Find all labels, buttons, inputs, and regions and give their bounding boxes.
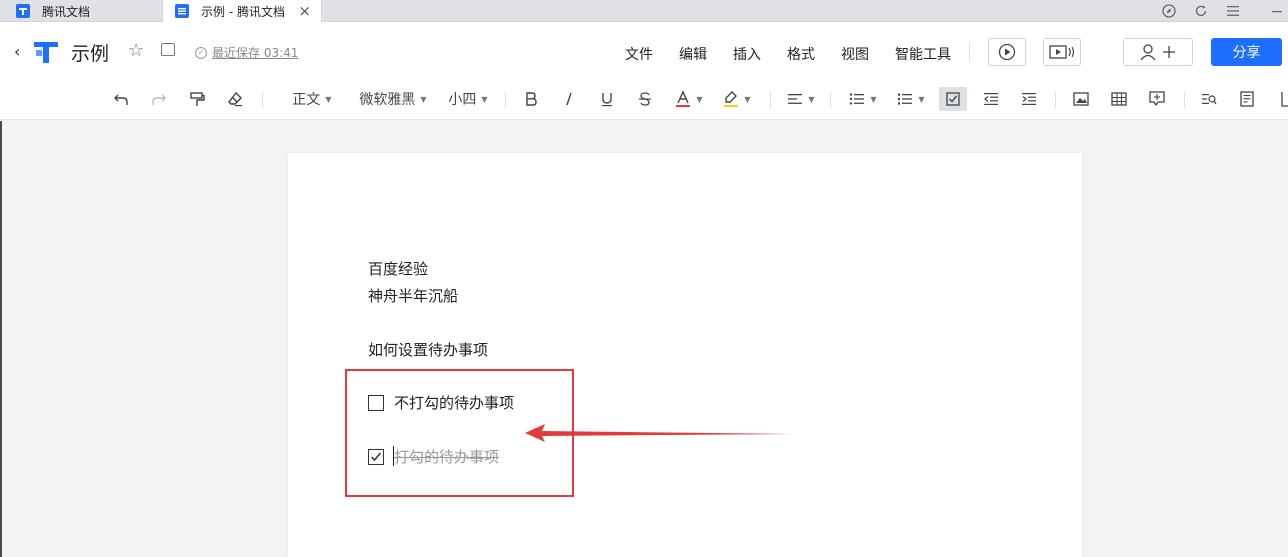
doc-line[interactable]: 神舟半年沉船 xyxy=(368,285,458,306)
move-to-folder-icon[interactable] xyxy=(161,43,175,56)
bullet-list-dropdown[interactable]: ▼ xyxy=(846,87,880,111)
insert-table-icon[interactable] xyxy=(1108,87,1130,111)
formatting-toolbar: 正文 ▼ 微软雅黑 ▼ 小四 ▼ ▼ ▼ ▼ ▼ ▼ xyxy=(0,78,1288,120)
chevron-down-icon: ▼ xyxy=(696,94,703,104)
insert-comment-icon[interactable] xyxy=(1146,87,1168,111)
chevron-down-icon: ▼ xyxy=(325,94,332,104)
align-left-icon xyxy=(788,94,803,104)
add-collaborator-button[interactable] xyxy=(1123,38,1193,66)
menu-smart-tools[interactable]: 智能工具 xyxy=(895,44,951,64)
present-button[interactable] xyxy=(988,38,1026,66)
divider xyxy=(969,42,970,62)
chevron-down-icon: ▼ xyxy=(744,94,751,104)
italic-icon[interactable] xyxy=(558,87,580,111)
menu-view[interactable]: 视图 xyxy=(841,44,869,64)
play-icon xyxy=(998,43,1016,61)
format-painter-icon[interactable] xyxy=(186,87,208,111)
decrease-indent-icon[interactable] xyxy=(980,87,1002,111)
save-status[interactable]: ✓ 最近保存 03:41 xyxy=(195,44,298,61)
tab-tencent-docs[interactable]: 腾讯文档 xyxy=(0,0,160,22)
tencent-docs-logo[interactable] xyxy=(32,38,60,64)
divider xyxy=(770,92,771,108)
doc-title[interactable]: 示例 xyxy=(71,39,109,66)
annotation-arrow xyxy=(525,424,795,442)
play-slides-button[interactable] xyxy=(1043,38,1081,66)
add-user-icon xyxy=(1140,44,1175,61)
paragraph-style-dropdown[interactable]: 正文 ▼ xyxy=(284,87,340,111)
menu-edit[interactable]: 编辑 xyxy=(679,44,707,64)
tab-label: 示例 - 腾讯文档 xyxy=(201,4,285,19)
doc-header: ‹ 示例 ☆ ✓ 最近保存 03:41 文件 编辑 插入 格式 视图 智能工具 … xyxy=(0,22,1288,78)
tencent-docs-logo-icon xyxy=(16,4,30,18)
doc-line[interactable]: 如何设置待办事项 xyxy=(368,339,488,360)
highlight-color-button[interactable]: ▼ xyxy=(720,87,754,111)
font-color-button[interactable]: ▼ xyxy=(672,87,706,111)
check-circle-icon: ✓ xyxy=(195,46,207,59)
todo-checkbox-icon[interactable] xyxy=(939,87,967,111)
divider xyxy=(1055,92,1056,108)
insert-image-icon[interactable] xyxy=(1070,87,1092,111)
font-size-dropdown[interactable]: 小四 ▼ xyxy=(444,87,492,111)
doc-line[interactable]: 百度经验 xyxy=(368,258,428,279)
font-family-value: 微软雅黑 xyxy=(359,92,416,108)
clear-format-icon[interactable] xyxy=(224,87,246,111)
tab-example-doc[interactable]: 示例 - 腾讯文档 × xyxy=(162,0,322,22)
bullet-list-icon xyxy=(850,93,865,105)
slideshow-icon xyxy=(1049,45,1075,59)
doc-icon xyxy=(175,4,189,18)
tab-label: 腾讯文档 xyxy=(42,4,91,19)
numbered-list-icon xyxy=(898,93,913,105)
menu-format[interactable]: 格式 xyxy=(787,44,815,64)
font-size-value: 小四 xyxy=(448,92,477,108)
numbered-list-dropdown[interactable]: ▼ xyxy=(894,87,928,111)
strikethrough-icon[interactable] xyxy=(634,87,656,111)
star-icon[interactable]: ☆ xyxy=(128,40,144,61)
share-button[interactable]: 分享 xyxy=(1211,38,1282,66)
tab-strip: 腾讯文档 示例 - 腾讯文档 × xyxy=(0,0,1288,22)
compass-icon[interactable] xyxy=(1160,0,1178,22)
align-dropdown[interactable]: ▼ xyxy=(784,87,818,111)
bold-icon[interactable] xyxy=(520,87,542,111)
chevron-down-icon: ▼ xyxy=(870,94,877,104)
divider xyxy=(1184,92,1185,108)
divider xyxy=(830,92,831,108)
highlighter-icon xyxy=(724,91,739,107)
save-status-text: 最近保存 03:41 xyxy=(212,46,299,60)
refresh-icon[interactable] xyxy=(1192,0,1210,22)
redo-icon[interactable] xyxy=(148,87,170,111)
undo-icon[interactable] xyxy=(110,87,132,111)
increase-indent-icon[interactable] xyxy=(1018,87,1040,111)
menu-icon[interactable] xyxy=(1224,0,1242,22)
menu-file[interactable]: 文件 xyxy=(625,44,653,64)
back-icon[interactable]: ‹ xyxy=(14,42,20,61)
chevron-down-icon: ▼ xyxy=(481,94,488,104)
document-review-icon[interactable] xyxy=(1236,87,1258,111)
menu-insert[interactable]: 插入 xyxy=(733,44,761,64)
minimize-icon[interactable] xyxy=(1266,0,1288,22)
chevron-down-icon: ▼ xyxy=(420,94,427,104)
font-family-dropdown[interactable]: 微软雅黑 ▼ xyxy=(354,87,432,111)
paragraph-style-value: 正文 xyxy=(292,92,321,108)
close-tab-icon[interactable]: × xyxy=(298,3,311,19)
find-replace-icon[interactable] xyxy=(1198,87,1220,111)
divider xyxy=(505,92,506,108)
underline-icon[interactable] xyxy=(596,87,618,111)
divider xyxy=(262,92,263,108)
font-color-icon xyxy=(676,90,691,107)
chevron-down-icon: ▼ xyxy=(918,94,925,104)
more-tools-icon[interactable] xyxy=(1274,87,1288,111)
chevron-down-icon: ▼ xyxy=(808,94,815,104)
